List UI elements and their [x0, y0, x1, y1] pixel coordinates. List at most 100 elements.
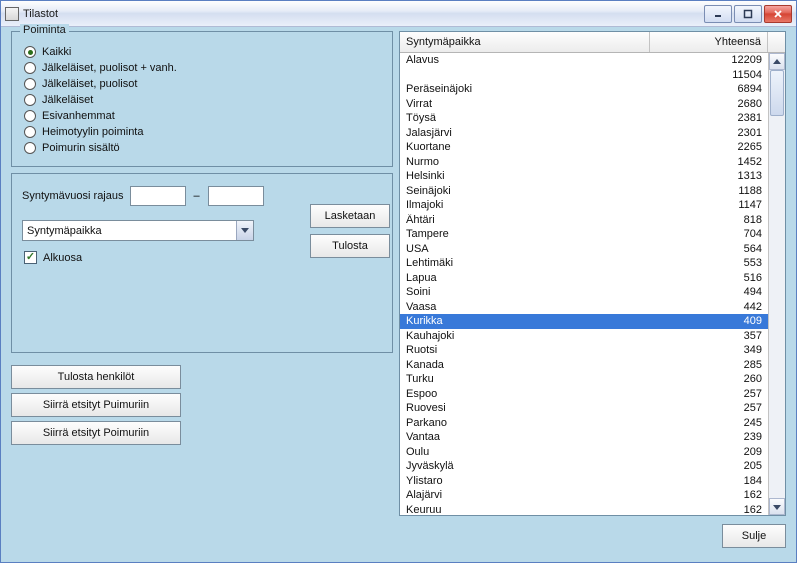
table-row[interactable]: Espoo257	[400, 387, 768, 402]
row-total: 409	[650, 315, 762, 327]
dropdown-value: Syntymäpaikka	[23, 225, 236, 237]
results-list: Syntymäpaikka Yhteensä Alavus1220911504P…	[399, 31, 786, 516]
radio-option[interactable]: Jälkeläiset, puolisot + vanh.	[24, 62, 382, 74]
row-place: Turku	[406, 373, 650, 385]
poiminta-legend: Poiminta	[20, 24, 69, 36]
maximize-button[interactable]	[734, 5, 762, 23]
row-place: Ähtäri	[406, 214, 650, 226]
table-row[interactable]: Kuortane2265	[400, 140, 768, 155]
table-row[interactable]: Keuruu162	[400, 503, 768, 516]
table-row[interactable]: Vaasa442	[400, 300, 768, 315]
row-total: 209	[650, 446, 762, 458]
row-place: Seinäjoki	[406, 185, 650, 197]
radio-label: Jälkeläiset, puolisot	[42, 78, 137, 90]
radio-option[interactable]: Jälkeläiset, puolisot	[24, 78, 382, 90]
year-from-input[interactable]	[130, 186, 186, 206]
table-row[interactable]: Alajärvi162	[400, 488, 768, 503]
radio-option[interactable]: Kaikki	[24, 46, 382, 58]
radio-label: Esivanhemmat	[42, 110, 115, 122]
row-total: 704	[650, 228, 762, 240]
table-row[interactable]: Seinäjoki1188	[400, 184, 768, 199]
radio-option[interactable]: Poimurin sisältö	[24, 142, 382, 154]
row-total: 1313	[650, 170, 762, 182]
table-row[interactable]: Vantaa239	[400, 430, 768, 445]
calculate-button[interactable]: Lasketaan	[310, 204, 390, 228]
table-row[interactable]: Kauhajoki357	[400, 329, 768, 344]
radio-option[interactable]: Heimotyylin poiminta	[24, 126, 382, 138]
col-header-place[interactable]: Syntymäpaikka	[400, 32, 650, 52]
row-place: Lehtimäki	[406, 257, 650, 269]
row-place: Alajärvi	[406, 489, 650, 501]
col-header-spacer	[768, 32, 785, 52]
scroll-down-icon[interactable]	[769, 498, 785, 515]
print-persons-button[interactable]: Tulosta henkilöt	[11, 365, 181, 389]
move-puimuri-button[interactable]: Siirrä etsityt Puimuriin	[11, 393, 181, 417]
row-total: 553	[650, 257, 762, 269]
scroll-thumb[interactable]	[770, 70, 784, 116]
col-header-total[interactable]: Yhteensä	[650, 32, 768, 52]
row-total: 162	[650, 504, 762, 515]
row-place: Oulu	[406, 446, 650, 458]
row-place: Helsinki	[406, 170, 650, 182]
row-total: 1452	[650, 156, 762, 168]
row-place: Espoo	[406, 388, 650, 400]
table-row[interactable]: Alavus12209	[400, 53, 768, 68]
radio-icon	[24, 110, 36, 122]
row-total: 285	[650, 359, 762, 371]
table-row[interactable]: Ähtäri818	[400, 213, 768, 228]
app-icon	[5, 7, 19, 21]
table-row[interactable]: Lapua516	[400, 271, 768, 286]
table-row[interactable]: Töysä2381	[400, 111, 768, 126]
radio-icon	[24, 142, 36, 154]
row-place: Keuruu	[406, 504, 650, 515]
table-row[interactable]: Nurmo1452	[400, 155, 768, 170]
table-row[interactable]: Soini494	[400, 285, 768, 300]
row-total: 818	[650, 214, 762, 226]
table-row[interactable]: Ruovesi257	[400, 401, 768, 416]
left-column: Poiminta KaikkiJälkeläiset, puolisot + v…	[11, 31, 393, 445]
scroll-up-icon[interactable]	[769, 53, 785, 70]
row-place: Ylistaro	[406, 475, 650, 487]
row-total: 257	[650, 402, 762, 414]
table-row[interactable]: Parkano245	[400, 416, 768, 431]
row-total: 239	[650, 431, 762, 443]
table-row[interactable]: Ruotsi349	[400, 343, 768, 358]
table-row[interactable]: Tampere704	[400, 227, 768, 242]
table-row[interactable]: Ilmajoki1147	[400, 198, 768, 213]
table-row[interactable]: Jalasjärvi2301	[400, 126, 768, 141]
table-row[interactable]: Turku260	[400, 372, 768, 387]
row-total: 12209	[650, 54, 762, 66]
titlebar: Tilastot	[1, 1, 796, 27]
move-poimuri-button[interactable]: Siirrä etsityt Poimuriin	[11, 421, 181, 445]
table-row[interactable]: Peräseinäjoki6894	[400, 82, 768, 97]
row-place: Lapua	[406, 272, 650, 284]
row-place: Kuortane	[406, 141, 650, 153]
table-row[interactable]: Virrat2680	[400, 97, 768, 112]
radio-option[interactable]: Esivanhemmat	[24, 110, 382, 122]
table-row[interactable]: Ylistaro184	[400, 474, 768, 489]
row-place: Vaasa	[406, 301, 650, 313]
radio-option[interactable]: Jälkeläiset	[24, 94, 382, 106]
row-total: 205	[650, 460, 762, 472]
close-button[interactable]	[764, 5, 792, 23]
table-row[interactable]: Helsinki1313	[400, 169, 768, 184]
table-row[interactable]: Jyväskylä205	[400, 459, 768, 474]
table-row[interactable]: 11504	[400, 68, 768, 83]
scroll-track[interactable]	[769, 70, 785, 498]
alkuosa-checkbox[interactable]	[24, 251, 37, 264]
close-dialog-button[interactable]: Sulje	[722, 524, 786, 548]
table-row[interactable]: Kurikka409	[400, 314, 768, 329]
vertical-scrollbar[interactable]	[768, 53, 785, 515]
radio-label: Poimurin sisältö	[42, 142, 120, 154]
row-total: 260	[650, 373, 762, 385]
table-row[interactable]: USA564	[400, 242, 768, 257]
year-to-input[interactable]	[208, 186, 264, 206]
minimize-button[interactable]	[704, 5, 732, 23]
list-header: Syntymäpaikka Yhteensä	[400, 32, 785, 53]
print-button[interactable]: Tulosta	[310, 234, 390, 258]
table-row[interactable]: Lehtimäki553	[400, 256, 768, 271]
row-place: Kauhajoki	[406, 330, 650, 342]
column-dropdown[interactable]: Syntymäpaikka	[22, 220, 254, 241]
table-row[interactable]: Kanada285	[400, 358, 768, 373]
table-row[interactable]: Oulu209	[400, 445, 768, 460]
